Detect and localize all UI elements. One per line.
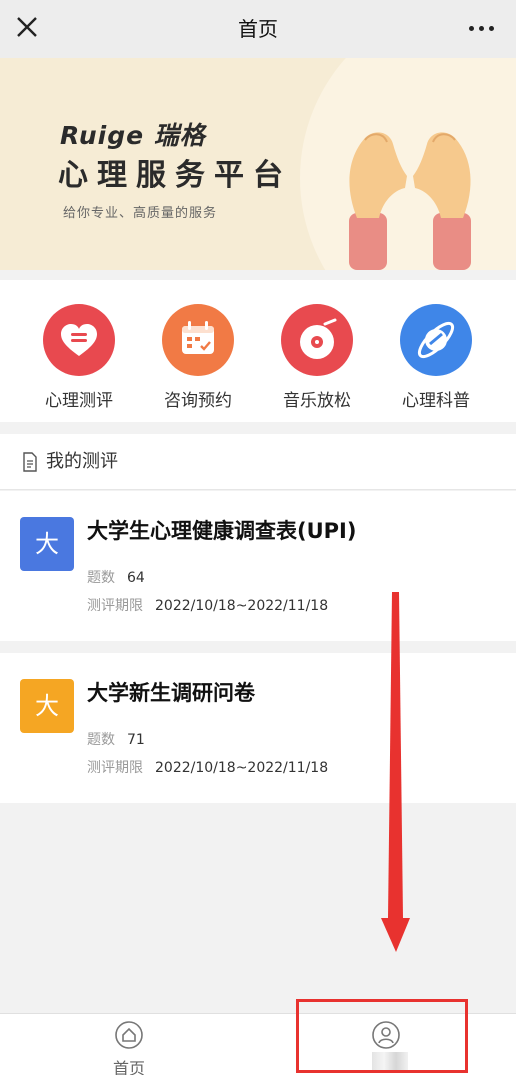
brand-logo-text: Ruige 瑞格 (60, 121, 206, 150)
home-icon (115, 1021, 143, 1049)
entry-counseling-booking[interactable]: 咨询预约 (143, 304, 253, 411)
test-card[interactable]: 大 大学生心理健康调查表(UPI) 题数 64 测评期限 2022/10/18~20… (0, 491, 516, 641)
count-value: 71 (127, 732, 145, 748)
calendar-icon (162, 304, 234, 376)
entry-psych-science[interactable]: 心理科普 (381, 304, 491, 411)
more-icon[interactable] (469, 26, 494, 31)
entry-psych-assessment[interactable]: 心理测评 (24, 304, 134, 411)
test-badge: 大 (20, 517, 74, 571)
period-label: 测评期限 (87, 760, 143, 776)
my-tests-header: 我的测评 (0, 434, 516, 490)
test-badge: 大 (20, 679, 74, 733)
test-count-row: 题数 64 (87, 567, 145, 587)
count-value: 64 (127, 570, 145, 586)
test-count-row: 题数 71 (87, 729, 145, 749)
period-value: 2022/10/18~2022/11/18 (155, 760, 329, 776)
period-label: 测评期限 (87, 598, 143, 614)
banner-slogan: 给你专业、高质量的服务 (63, 206, 218, 221)
entry-label: 咨询预约 (164, 391, 232, 411)
banner-headline: 心理服务平台 (58, 158, 292, 193)
record-icon (281, 304, 353, 376)
test-name: 大学新生调研问卷 (87, 681, 255, 705)
entry-music-relax[interactable]: 音乐放松 (262, 304, 372, 411)
test-period-row: 测评期限 2022/10/18~2022/11/18 (87, 757, 328, 777)
entry-label: 心理测评 (45, 391, 113, 411)
period-value: 2022/10/18~2022/11/18 (155, 598, 329, 614)
test-period-row: 测评期限 2022/10/18~2022/11/18 (87, 595, 328, 615)
planet-icon (400, 304, 472, 376)
hero-banner[interactable]: Ruige 瑞格 心理服务平台 给你专业、高质量的服务 (0, 58, 516, 270)
my-tests-title: 我的测评 (46, 451, 118, 472)
count-label: 题数 (87, 570, 115, 586)
count-label: 题数 (87, 732, 115, 748)
heart-hands-illustration (349, 132, 471, 270)
entry-label: 音乐放松 (283, 391, 351, 411)
quick-entry-panel: 心理测评 咨询预约 音乐放松 心理科普 (0, 280, 516, 422)
document-icon (23, 452, 37, 472)
annotation-highlight-box (296, 999, 468, 1073)
tab-label: 首页 (112, 1059, 145, 1075)
page-title: 首页 (238, 17, 278, 41)
tab-home[interactable]: 首页 (79, 1020, 179, 1075)
entry-label: 心理科普 (402, 391, 470, 411)
test-name: 大学生心理健康调查表(UPI) (87, 519, 357, 543)
top-bar: 首页 (0, 0, 516, 58)
heart-icon (43, 304, 115, 376)
test-card[interactable]: 大 大学新生调研问卷 题数 71 测评期限 2022/10/18~2022/11/1… (0, 653, 516, 803)
